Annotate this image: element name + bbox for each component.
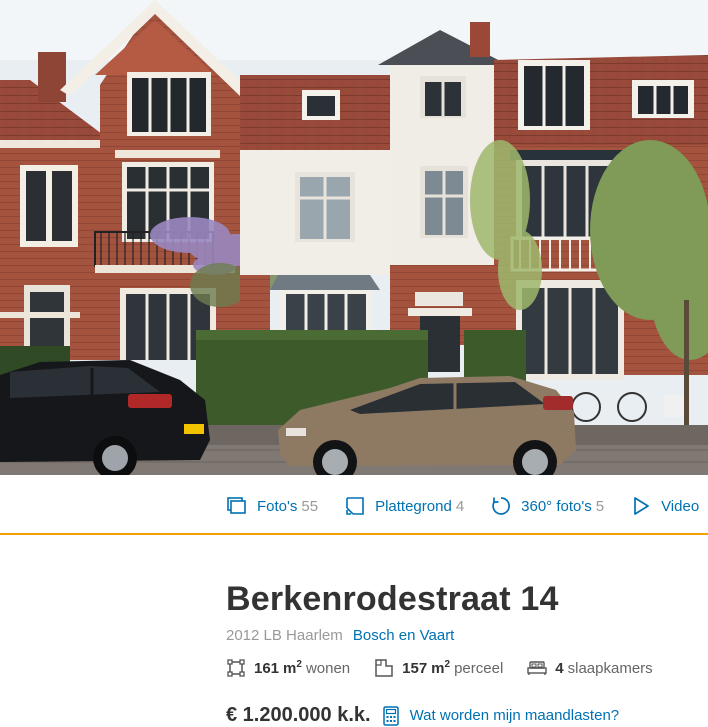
play-icon [630, 495, 652, 517]
tab-360[interactable]: 360° foto's 5 [490, 495, 604, 517]
tab-floorplan-label: Plattegrond [375, 497, 452, 515]
monthly-costs-link[interactable]: Wat worden mijn maandlasten? [382, 705, 620, 727]
listing-photo[interactable] [0, 0, 708, 475]
tab-360-count: 5 [595, 497, 605, 515]
feature-bedrooms: 4 slaapkamers [527, 658, 653, 678]
floorplan-icon [344, 495, 366, 517]
listing-details: Berkenrodestraat 14 2012 LB Haarlem Bosc… [226, 578, 706, 727]
living-area-label: wonen [305, 659, 351, 677]
address-line: 2012 LB Haarlem Bosch en Vaart [226, 626, 706, 646]
living-area-icon [226, 658, 246, 678]
rotate-360-icon [490, 495, 512, 517]
tab-photos[interactable]: Foto's 55 [226, 495, 318, 517]
asking-price: € 1.200.000 k.k. [226, 704, 371, 726]
tab-floorplan[interactable]: Plattegrond 4 [344, 495, 464, 517]
media-bar: Foto's 55 Plattegrond 4 360° foto's 5 Vi… [0, 475, 708, 535]
photos-icon [226, 495, 248, 517]
tab-photos-label: Foto's [257, 497, 298, 515]
postal-city: 2012 LB Haarlem [226, 627, 343, 644]
feature-plot-area: 157 m2 perceel [374, 658, 503, 678]
tab-video-label: Video [661, 497, 700, 515]
bed-icon [527, 658, 547, 678]
price-row: € 1.200.000 k.k. Wat worden mijn maandla… [226, 704, 706, 727]
tab-360-label: 360° foto's [521, 497, 592, 515]
accent-divider [0, 533, 708, 535]
neighborhood-link[interactable]: Bosch en Vaart [353, 627, 454, 644]
feature-list: 161 m2 wonen 157 m2 perceel 4 slaapkamer… [226, 658, 706, 678]
plot-area-label: perceel [454, 659, 504, 677]
living-area-value: 161 [254, 659, 280, 677]
monthly-costs-label: Wat worden mijn maandlasten? [409, 707, 620, 724]
bedrooms-label: slaapkamers [567, 659, 653, 677]
living-area-unit: m2 [283, 659, 302, 677]
media-tabs: Foto's 55 Plattegrond 4 360° foto's 5 Vi… [226, 495, 708, 517]
listing-title: Berkenrodestraat 14 [226, 580, 559, 618]
feature-living-area: 161 m2 wonen [226, 658, 350, 678]
calculator-icon [382, 705, 401, 727]
plot-area-icon [374, 658, 394, 678]
plot-area-unit: m2 [431, 659, 451, 677]
tab-photos-count: 55 [301, 497, 319, 515]
plot-area-value: 157 [402, 659, 428, 677]
tab-video[interactable]: Video [630, 495, 699, 517]
bedrooms-value: 4 [555, 659, 564, 677]
tab-floorplan-count: 4 [455, 497, 465, 515]
